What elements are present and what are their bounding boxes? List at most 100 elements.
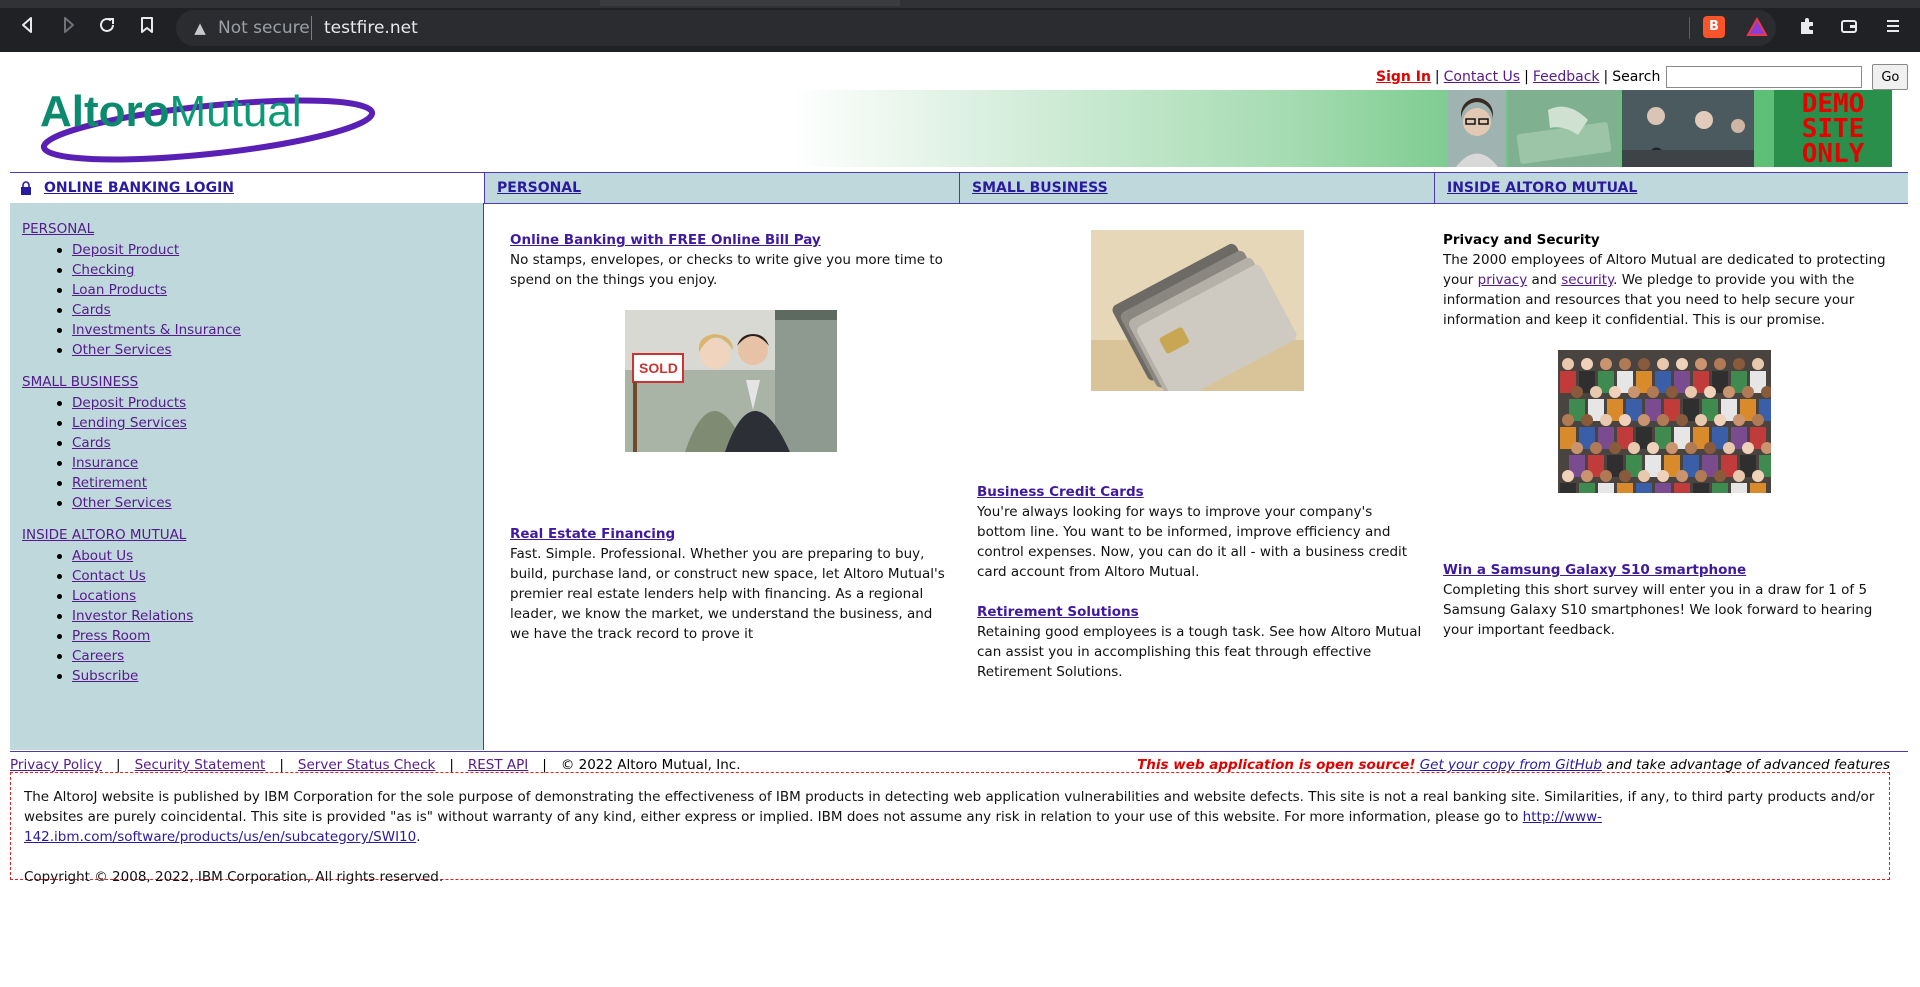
- sidebar-inside-section: INSIDE ALTORO MUTUAL About Us Contact Us…: [22, 524, 193, 686]
- bookmark-icon[interactable]: [133, 14, 161, 42]
- rest-api-link[interactable]: REST API: [468, 757, 528, 773]
- open-source-text: This web application is open source!: [1137, 757, 1416, 773]
- retirement-block: Retirement Solutions Retaining good empl…: [977, 602, 1422, 682]
- sidebar-item: Other Services: [22, 493, 187, 513]
- privacy-policy-link[interactable]: Privacy Policy: [10, 757, 102, 773]
- sidebar-item-investments[interactable]: Investments & Insurance: [72, 322, 241, 338]
- business-credit-cards-link[interactable]: Business Credit Cards: [977, 484, 1144, 500]
- sidebar-item: Lending Services: [22, 413, 187, 433]
- demo-site-only-label: DEMO SITE ONLY: [1774, 90, 1892, 167]
- url-text[interactable]: testfire.net: [324, 18, 418, 38]
- sidebar-item: Contact Us: [22, 566, 193, 586]
- altoro-mutual-logo[interactable]: AltoroMutual: [28, 82, 378, 172]
- sidebar-item-loan-products[interactable]: Loan Products: [72, 282, 167, 298]
- sidebar-item-business-other-services[interactable]: Other Services: [72, 495, 172, 511]
- rewards-triangle-icon[interactable]: [1746, 16, 1768, 38]
- active-tab-hint[interactable]: [600, 0, 900, 6]
- real-estate-link[interactable]: Real Estate Financing: [510, 526, 675, 542]
- forward-icon[interactable]: [54, 14, 82, 42]
- ibm-disclaimer: The AltoroJ website is published by IBM …: [10, 772, 1890, 885]
- warning-icon[interactable]: ▲: [190, 18, 210, 38]
- sidebar: PERSONAL Deposit Product Checking Loan P…: [10, 203, 484, 750]
- sidebar-item-insurance[interactable]: Insurance: [72, 455, 138, 471]
- server-status-link[interactable]: Server Status Check: [298, 757, 435, 773]
- search-label: Search: [1612, 69, 1661, 85]
- nav-inside-cell: INSIDE ALTORO MUTUAL: [1435, 173, 1908, 203]
- security-statement-link[interactable]: Security Statement: [135, 757, 266, 773]
- sidebar-item-deposit-products[interactable]: Deposit Products: [72, 395, 186, 411]
- retirement-text: Retaining good employees is a tough task…: [977, 624, 1422, 680]
- samsung-block: Win a Samsung Galaxy S10 smartphone Comp…: [1443, 560, 1893, 640]
- sidebar-item-subscribe[interactable]: Subscribe: [72, 668, 138, 684]
- main-nav: ONLINE BANKING LOGIN PERSONAL SMALL BUSI…: [10, 172, 1908, 204]
- real-estate-couple-image: SOLD: [625, 310, 837, 452]
- wallet-icon[interactable]: [1838, 16, 1860, 38]
- online-banking-login-link[interactable]: ONLINE BANKING LOGIN: [44, 180, 234, 196]
- sidebar-item: Investor Relations: [22, 606, 193, 626]
- menu-icon[interactable]: [1882, 16, 1904, 38]
- sidebar-item: Deposit Products: [22, 393, 187, 413]
- back-icon[interactable]: [14, 14, 42, 42]
- sidebar-item-about-us[interactable]: About Us: [72, 548, 133, 564]
- sidebar-heading-small-business[interactable]: SMALL BUSINESS: [22, 374, 138, 390]
- github-link[interactable]: Get your copy from GitHub: [1420, 757, 1602, 773]
- nav-inside-altoro-link[interactable]: INSIDE ALTORO MUTUAL: [1447, 180, 1637, 196]
- sidebar-heading-personal[interactable]: PERSONAL: [22, 221, 94, 237]
- retirement-solutions-link[interactable]: Retirement Solutions: [977, 604, 1139, 620]
- privacy-link[interactable]: privacy: [1478, 272, 1528, 288]
- security-link[interactable]: security: [1561, 272, 1613, 288]
- contact-us-link[interactable]: Contact Us: [1444, 69, 1520, 85]
- feedback-link[interactable]: Feedback: [1533, 69, 1600, 85]
- banner-photo-woman: [1448, 90, 1506, 167]
- samsung-survey-link[interactable]: Win a Samsung Galaxy S10 smartphone: [1443, 562, 1746, 578]
- sidebar-item: Subscribe: [22, 666, 193, 686]
- privacy-security-text: The 2000 employees of Altoro Mutual are …: [1443, 250, 1893, 330]
- sold-sign-text: SOLD: [639, 360, 678, 376]
- search-input[interactable]: [1666, 66, 1863, 88]
- header-separator: |: [1524, 69, 1529, 85]
- content-column-personal: Online Banking with FREE Online Bill Pay…: [510, 228, 950, 290]
- sidebar-item-careers[interactable]: Careers: [72, 648, 124, 664]
- sidebar-item: Insurance: [22, 453, 187, 473]
- demo-line-3: ONLY: [1801, 139, 1865, 169]
- sidebar-item-retirement[interactable]: Retirement: [72, 475, 147, 491]
- brave-shield-icon[interactable]: B: [1703, 16, 1725, 38]
- sidebar-item-press-room[interactable]: Press Room: [72, 628, 150, 644]
- privacy-security-heading: Privacy and Security: [1443, 232, 1600, 248]
- logo-text-altoro: Altoro: [40, 87, 170, 136]
- sidebar-item-deposit-product[interactable]: Deposit Product: [72, 242, 179, 258]
- extensions-icon[interactable]: [1796, 16, 1818, 38]
- sidebar-item-locations[interactable]: Locations: [72, 588, 136, 604]
- sidebar-heading-inside[interactable]: INSIDE ALTORO MUTUAL: [22, 527, 186, 543]
- nav-personal-link[interactable]: PERSONAL: [497, 180, 581, 196]
- sidebar-item: Careers: [22, 646, 193, 666]
- online-banking-link[interactable]: Online Banking with FREE Online Bill Pay: [510, 232, 821, 248]
- footer-separator: |: [279, 757, 284, 773]
- sidebar-item: Press Room: [22, 626, 193, 646]
- sidebar-item: Deposit Product: [22, 240, 241, 260]
- security-label[interactable]: Not secure: [218, 18, 310, 38]
- banner-photo-keyboard: [1508, 90, 1620, 167]
- address-bar[interactable]: ▲ Not secure testfire.net: [176, 10, 1776, 46]
- reload-icon[interactable]: [93, 14, 121, 42]
- sidebar-item-cards[interactable]: Cards: [72, 302, 111, 318]
- sign-in-link[interactable]: Sign In: [1376, 69, 1431, 85]
- footer-divider: [10, 751, 1908, 752]
- sidebar-item-other-services[interactable]: Other Services: [72, 342, 172, 358]
- footer-separator: |: [542, 757, 547, 773]
- sidebar-item-lending-services[interactable]: Lending Services: [72, 415, 187, 431]
- ibm-copyright: Copyright © 2008, 2022, IBM Corporation,…: [24, 869, 444, 885]
- go-button[interactable]: Go: [1872, 64, 1909, 90]
- sidebar-item-business-cards[interactable]: Cards: [72, 435, 111, 451]
- footer-separator: |: [449, 757, 454, 773]
- privacy-text-b: and: [1527, 272, 1562, 288]
- omnibox-divider: [1689, 17, 1690, 39]
- sidebar-item-investor-relations[interactable]: Investor Relations: [72, 608, 193, 624]
- nav-small-business-link[interactable]: SMALL BUSINESS: [972, 180, 1108, 196]
- web-page: AltoroMutual Sign In | Contact Us | Feed…: [0, 52, 1920, 987]
- sidebar-item: Retirement: [22, 473, 187, 493]
- address-separator: [311, 16, 312, 40]
- logo-text-mutual: Mutual: [170, 87, 302, 136]
- sidebar-item-checking[interactable]: Checking: [72, 262, 134, 278]
- sidebar-item-contact-us[interactable]: Contact Us: [72, 568, 146, 584]
